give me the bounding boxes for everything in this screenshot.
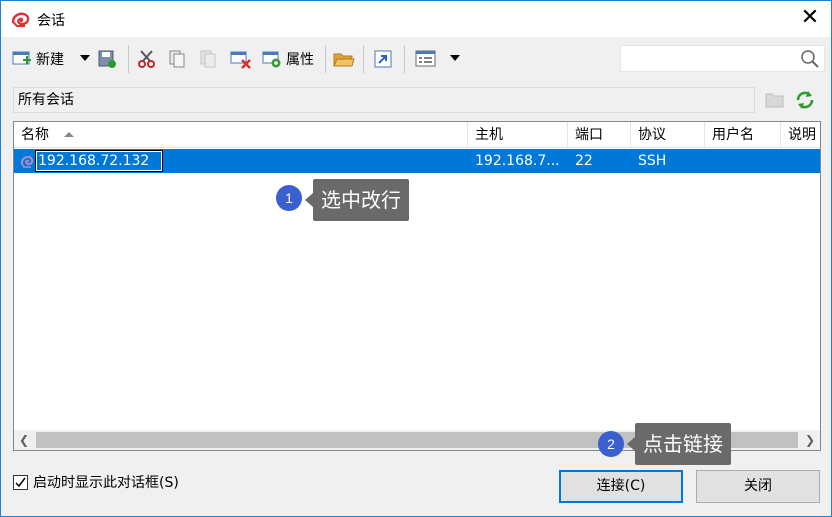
scroll-left-arrow-icon[interactable]: ❮ (14, 430, 34, 450)
session-icon (20, 155, 34, 168)
toolbar-separator (325, 45, 326, 73)
checkmark-icon (15, 477, 26, 487)
delete-icon (230, 51, 251, 69)
toolbar-separator (363, 45, 364, 73)
view-list-icon (415, 50, 436, 67)
create-shortcut-button[interactable] (373, 45, 393, 73)
row-protocol-cell: SSH (638, 153, 667, 169)
new-session-button[interactable]: 新建 (12, 45, 64, 73)
show-on-startup-label: 启动时显示此对话框(S) (33, 475, 179, 491)
save-icon (98, 50, 116, 68)
folder-path-bar: 所有会话 (13, 87, 755, 113)
window-title: 会话 (37, 13, 65, 29)
column-header-username[interactable]: 用户名 (705, 122, 781, 148)
close-window-button[interactable]: ✕ (799, 7, 821, 29)
row-port-cell: 22 (575, 153, 593, 169)
paste-button (198, 45, 218, 73)
column-header-name[interactable]: 名称 (14, 122, 468, 148)
copy-button[interactable] (167, 45, 187, 73)
properties-label: 属性 (286, 52, 314, 68)
row-description-cell (788, 149, 818, 173)
close-button[interactable]: 关闭 (696, 470, 820, 503)
cut-button[interactable] (137, 45, 157, 73)
step-callout-1: 选中改行 (305, 179, 409, 221)
column-header-host[interactable]: 主机 (468, 122, 568, 148)
search-icon[interactable] (800, 49, 820, 69)
app-logo-icon (11, 12, 30, 27)
open-folder-button[interactable] (333, 45, 355, 73)
list-header: 名称 主机 端口 协议 用户名 说明 (14, 122, 820, 148)
scroll-right-arrow-icon[interactable]: ❯ (800, 430, 820, 450)
show-on-startup-option[interactable]: 启动时显示此对话框(S) (13, 474, 179, 491)
new-dropdown-arrow-icon[interactable] (80, 55, 90, 61)
toolbar-separator (404, 45, 405, 73)
view-dropdown-arrow-icon[interactable] (450, 55, 460, 61)
copy-icon (169, 50, 185, 68)
row-host-cell: 192.168.7... (475, 153, 560, 169)
delete-button[interactable] (230, 45, 252, 73)
properties-button[interactable]: 属性 (262, 45, 314, 73)
title-bar: 会话 ✕ (1, 1, 831, 37)
new-session-label: 新建 (36, 52, 64, 68)
toolbar-separator (128, 45, 129, 73)
refresh-icon[interactable] (794, 89, 816, 111)
search-input[interactable] (620, 45, 825, 72)
view-button[interactable] (415, 45, 437, 73)
sort-ascending-icon (64, 132, 74, 137)
step-badge-1: 1 (276, 185, 302, 211)
connect-button[interactable]: 连接(C) (559, 470, 683, 503)
save-session-button[interactable] (97, 45, 117, 73)
folder-icon (333, 53, 355, 67)
folder-path-text: 所有会话 (18, 92, 74, 108)
session-dialog: 会话 ✕ 新建 属性 所有会话 名称 主机 端口 协议 用户名 说明 192.1… (0, 0, 832, 517)
rename-session-input[interactable]: 192.168.72.132 (35, 150, 163, 172)
session-list[interactable]: 名称 主机 端口 协议 用户名 说明 192.168.72.132 192.16… (13, 121, 821, 451)
column-name-label: 名称 (21, 127, 49, 143)
step-callout-2: 点击链接 (627, 423, 731, 465)
new-session-icon (12, 51, 31, 65)
table-row[interactable]: 192.168.72.132 192.168.7... 22 SSH (14, 149, 820, 173)
new-folder-icon (765, 93, 784, 108)
properties-gear-icon (262, 51, 281, 68)
column-header-protocol[interactable]: 协议 (631, 122, 705, 148)
shortcut-icon (374, 50, 392, 68)
step-badge-2: 2 (598, 431, 624, 457)
column-header-port[interactable]: 端口 (568, 122, 631, 148)
column-header-description[interactable]: 说明 (781, 122, 820, 148)
paste-icon (200, 50, 216, 68)
show-on-startup-checkbox[interactable] (13, 474, 28, 490)
row-username-cell (712, 149, 772, 173)
cut-icon (138, 50, 155, 68)
